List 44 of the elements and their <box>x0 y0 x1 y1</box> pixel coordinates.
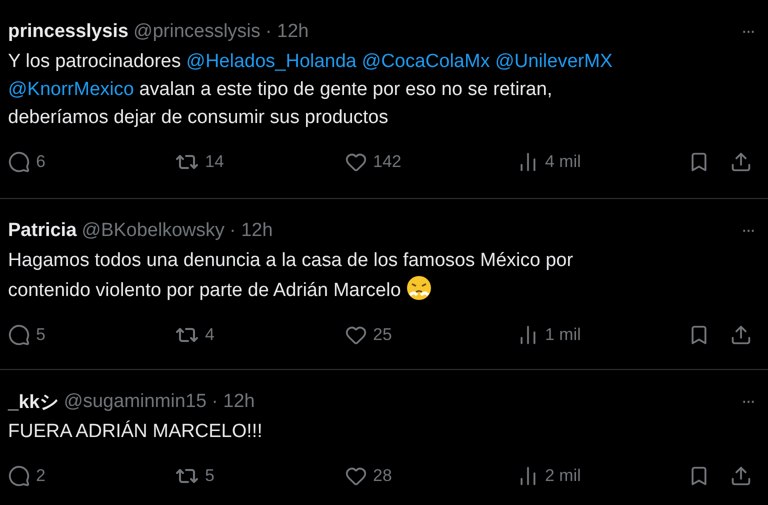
more-button[interactable]: ··· <box>741 220 754 242</box>
reply-button[interactable]: 5 <box>8 324 46 346</box>
views-button[interactable]: 4 mil <box>517 151 581 173</box>
user-handle[interactable]: @princesslysis <box>133 21 260 43</box>
heart-icon <box>345 465 367 487</box>
like-button[interactable]: 25 <box>345 324 392 346</box>
reply-button[interactable]: 6 <box>8 151 46 173</box>
views-button[interactable]: 2 mil <box>517 465 581 487</box>
heart-icon <box>345 324 367 346</box>
repost-button[interactable]: 14 <box>175 150 224 174</box>
user-handle[interactable]: @BKobelkowsky <box>82 220 224 242</box>
speech-bubble-icon <box>8 324 30 346</box>
repost-button[interactable]: 5 <box>175 464 214 488</box>
tweet-text: Hagamos todos una denuncia a la casa de los famosos México por contenido violento por parte de Adrián Marcelo <box>8 249 574 303</box>
mention-link[interactable]: @KnorrMexico <box>8 79 134 100</box>
mention-link[interactable]: @UnileverMX <box>495 51 613 72</box>
like-button[interactable]: 28 <box>345 465 392 487</box>
reply-button[interactable]: 2 <box>8 465 46 487</box>
user-name[interactable]: _kkシ <box>8 389 59 415</box>
share-icon <box>730 151 752 173</box>
user-name[interactable]: princesslysis <box>8 21 128 43</box>
share-button[interactable] <box>730 151 752 173</box>
tweet-text: FUERA ADRIÁN MARCELO!!! <box>8 420 264 444</box>
user-handle[interactable]: @sugaminmin15 <box>64 391 207 413</box>
angry-face-icon <box>406 275 432 301</box>
speech-bubble-icon <box>8 465 30 487</box>
share-button[interactable] <box>730 324 752 346</box>
more-button[interactable]: ··· <box>741 391 754 413</box>
speech-bubble-icon <box>8 151 30 173</box>
mention-link[interactable]: @CocaColaMx <box>362 51 490 72</box>
user-name[interactable]: Patricia <box>8 220 77 242</box>
heart-icon <box>345 151 367 173</box>
tweet-text: Y los patrocinadores @Helados_Holanda @CocaColaMx @UnileverMX @KnorrMexico avalan a este tipo de gente por eso no se retiran, deberíamos dejar de consumir sus productos <box>8 50 614 130</box>
share-icon <box>730 324 752 346</box>
share-button[interactable] <box>730 465 752 487</box>
like-button[interactable]: 142 <box>345 151 402 173</box>
share-icon <box>730 465 752 487</box>
repost-button[interactable]: 4 <box>175 323 214 347</box>
mention-link[interactable]: @Helados_Holanda <box>186 51 356 72</box>
post-time: · 12h <box>265 21 309 43</box>
post-time: · 12h <box>212 391 255 413</box>
post-time: · 12h <box>230 220 273 242</box>
views-button[interactable]: 1 mil <box>517 324 581 346</box>
more-button[interactable]: ··· <box>741 21 754 43</box>
